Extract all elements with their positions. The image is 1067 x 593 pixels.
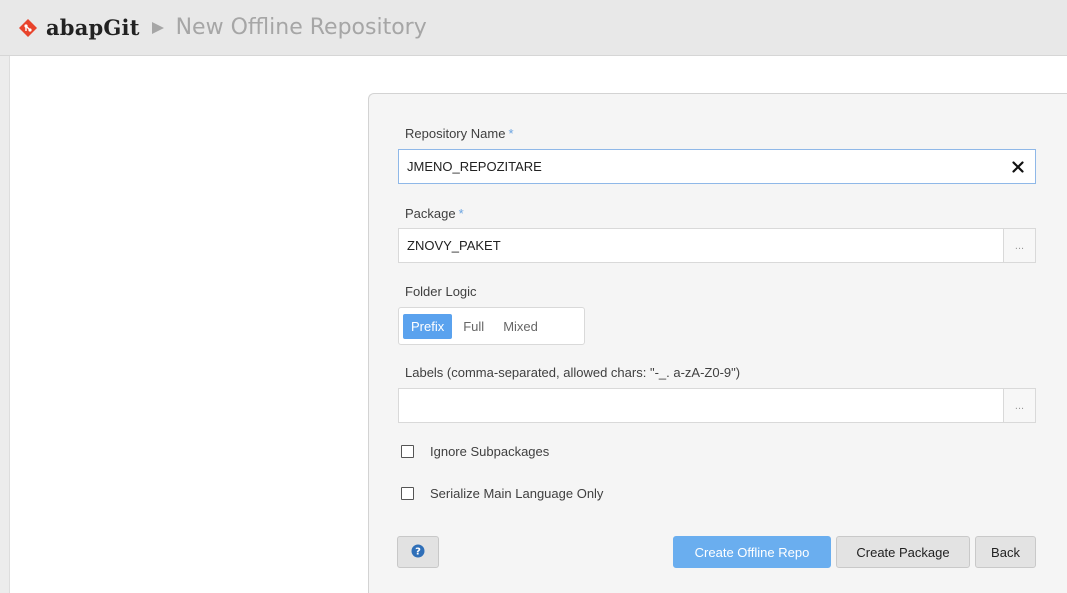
required-mark: * bbox=[458, 206, 464, 221]
package-field: ... bbox=[398, 228, 1036, 263]
ignore-subpackages-checkbox[interactable] bbox=[401, 445, 414, 458]
labels-browse-button[interactable]: ... bbox=[1003, 389, 1035, 422]
serialize-main-lang-checkbox[interactable] bbox=[401, 487, 414, 500]
labels-label: Labels (comma-separated, allowed chars: … bbox=[405, 365, 741, 380]
page-title: New Offline Repository bbox=[175, 15, 427, 40]
labels-input[interactable] bbox=[399, 389, 1003, 422]
serialize-main-lang-row[interactable]: Serialize Main Language Only bbox=[401, 486, 603, 501]
folder-logic-prefix[interactable]: Prefix bbox=[403, 313, 453, 339]
folder-logic-mixed[interactable]: Mixed bbox=[495, 314, 546, 339]
clear-icon[interactable] bbox=[1001, 150, 1035, 183]
triangle-right-icon bbox=[150, 20, 166, 36]
folder-logic-full[interactable]: Full bbox=[455, 314, 492, 339]
serialize-main-lang-label: Serialize Main Language Only bbox=[430, 486, 604, 501]
create-package-button[interactable]: Create Package bbox=[836, 536, 970, 568]
ignore-subpackages-label: Ignore Subpackages bbox=[430, 444, 550, 459]
back-button[interactable]: Back bbox=[975, 536, 1036, 568]
labels-field: ... bbox=[398, 388, 1036, 423]
package-browse-button[interactable]: ... bbox=[1003, 229, 1035, 262]
package-label: Package * bbox=[405, 206, 464, 221]
repo-name-field bbox=[398, 149, 1036, 184]
question-circle-icon: ? bbox=[411, 544, 425, 561]
form-panel: Repository Name* Package* ... Folder Log… bbox=[368, 93, 1067, 593]
repo-name-input[interactable] bbox=[399, 150, 1001, 183]
left-gutter bbox=[0, 56, 10, 593]
required-mark: * bbox=[508, 126, 514, 141]
create-offline-repo-button[interactable]: Create Offline Repo bbox=[673, 536, 831, 568]
ignore-subpackages-row[interactable]: Ignore Subpackages bbox=[401, 444, 549, 459]
svg-text:?: ? bbox=[415, 546, 421, 557]
brand-name[interactable]: abapGit bbox=[46, 15, 140, 40]
package-input[interactable] bbox=[399, 229, 1003, 262]
repo-name-label: Repository Name * bbox=[405, 126, 514, 141]
folder-logic-selector: Prefix Full Mixed bbox=[398, 307, 585, 345]
header-bar: abapGit New Offline Repository bbox=[0, 0, 1067, 56]
abapgit-logo-icon[interactable] bbox=[18, 18, 38, 38]
help-button[interactable]: ? bbox=[397, 536, 439, 568]
folder-logic-label: Folder Logic bbox=[405, 284, 477, 299]
